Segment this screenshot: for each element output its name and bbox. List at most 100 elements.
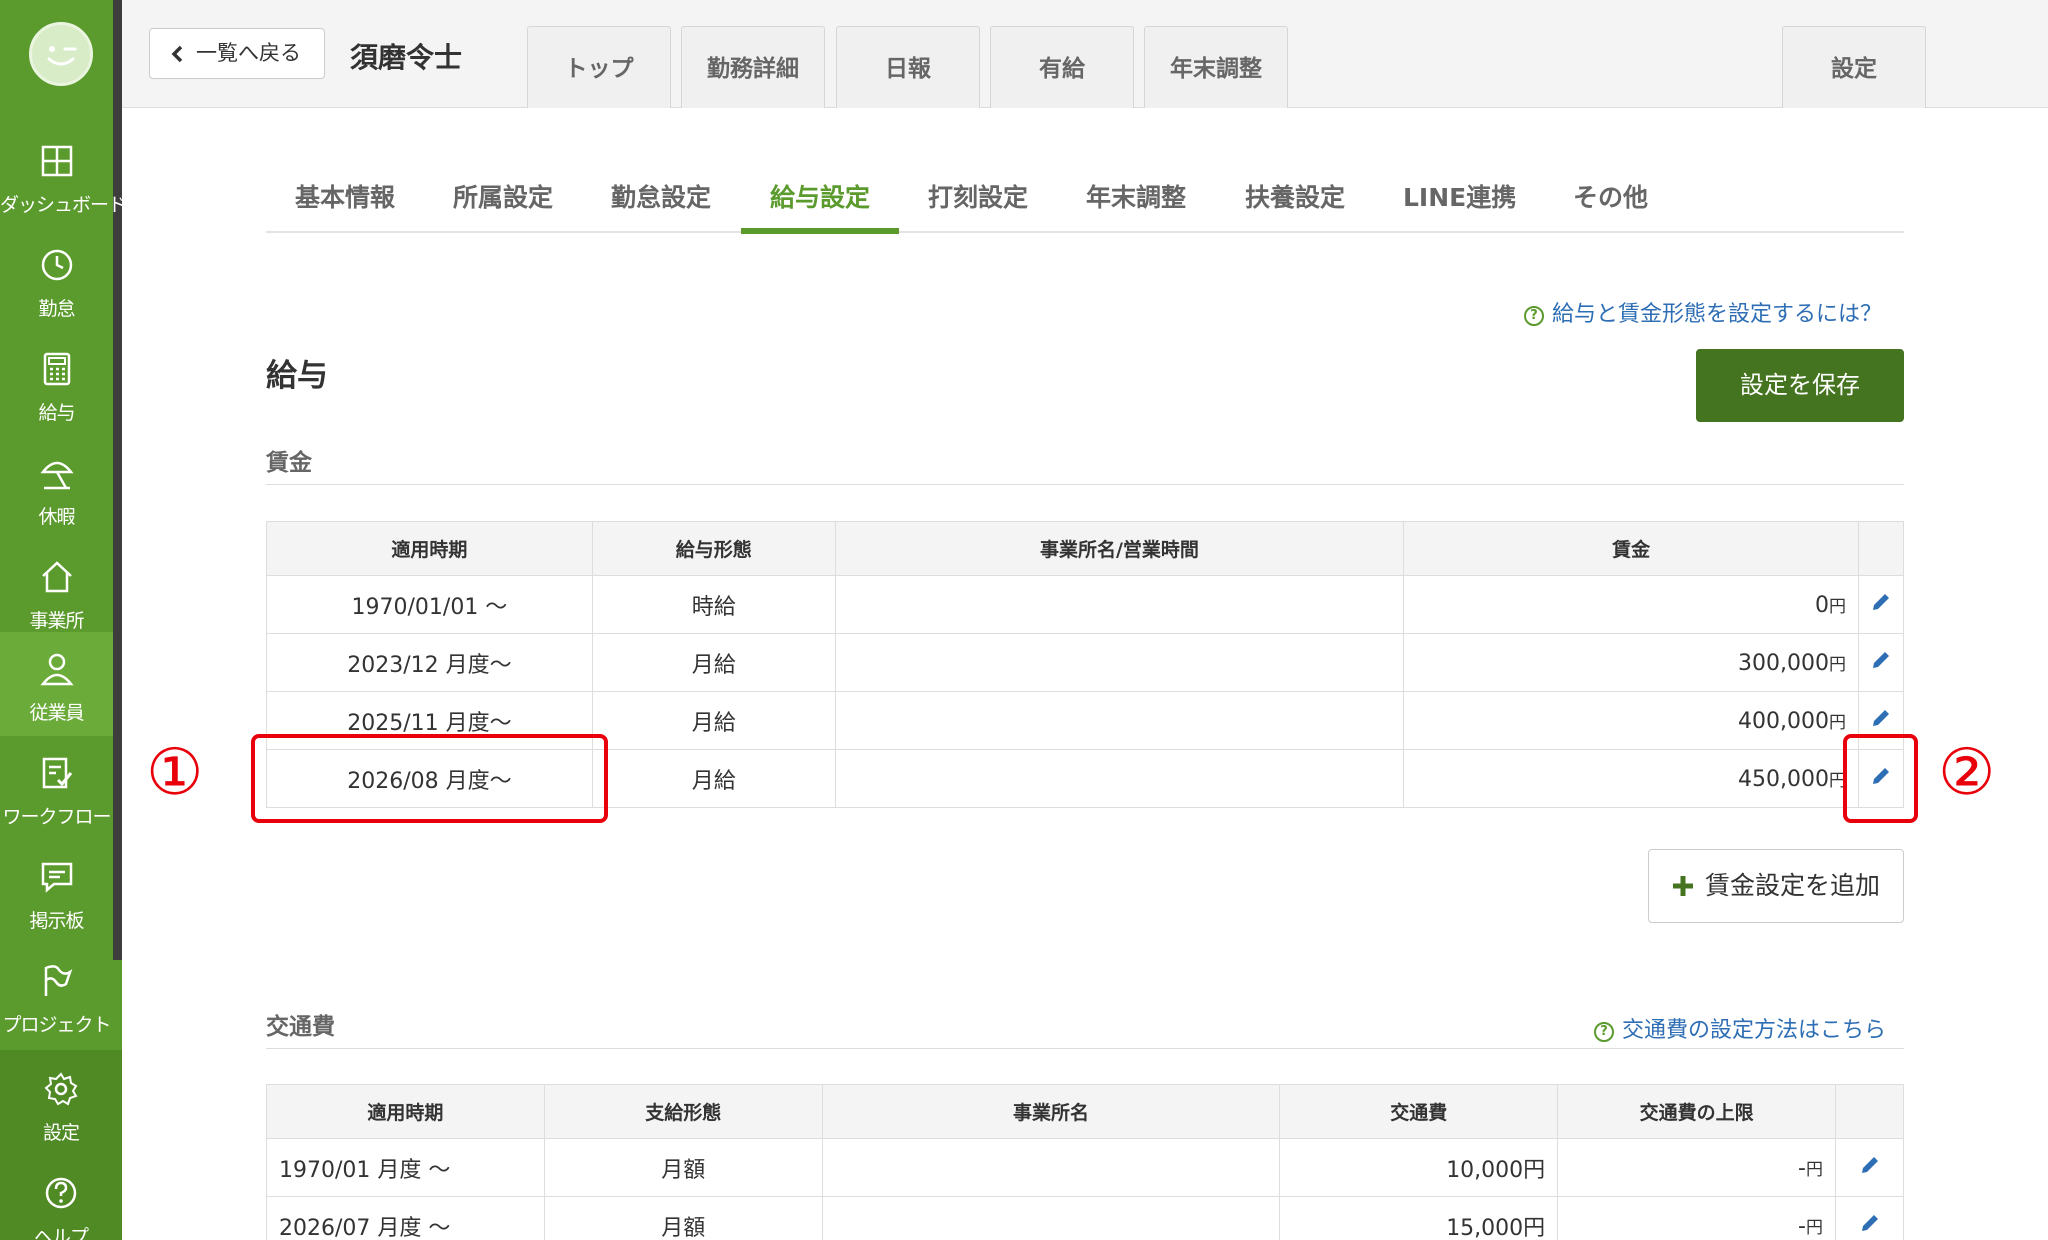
- subtab-line[interactable]: LINE連携: [1403, 178, 1516, 214]
- back-button-label: 一覧へ戻る: [196, 41, 301, 65]
- subtab-basic-info[interactable]: 基本情報: [295, 178, 395, 214]
- sidebar-item-attendance[interactable]: 勤怠: [0, 228, 113, 332]
- amount-value: 300,000: [1738, 650, 1829, 676]
- sidebar-item-label: 事業所: [29, 610, 84, 632]
- subtab-active-indicator: [741, 228, 899, 234]
- yen-unit: 円: [1806, 1217, 1823, 1238]
- tab-top[interactable]: トップ: [527, 26, 671, 108]
- limit-value: -: [1798, 1155, 1806, 1181]
- subtab-affiliation[interactable]: 所属設定: [453, 178, 553, 214]
- transport-help-link-label: 交通費の設定方法はこちら: [1622, 1018, 1887, 1043]
- table-header-row: 適用時期 給与形態 事業所名/営業時間 賃金: [266, 521, 1905, 576]
- sidebar-item-label: プロジェクト: [2, 1014, 111, 1036]
- home-icon: [42, 561, 72, 593]
- column-header: 適用時期: [266, 521, 593, 576]
- workflow-icon: [42, 757, 73, 789]
- sidebar-item-help[interactable]: ヘルプ: [0, 1156, 122, 1240]
- pencil-icon[interactable]: [1870, 707, 1892, 729]
- table-row: 2026/07 月度 〜 月額 15,000円 -円: [266, 1196, 1904, 1240]
- yen-unit: 円: [1828, 596, 1846, 617]
- yen-unit: 円: [1523, 1215, 1546, 1240]
- type-cell: 時給: [591, 575, 836, 634]
- annotation-marker-1: ①: [146, 736, 204, 810]
- flag-icon: [44, 965, 73, 996]
- amount-value: 400,000: [1738, 708, 1829, 734]
- edit-cell: [1835, 1196, 1904, 1240]
- office-cell: [834, 749, 1405, 808]
- limit-cell: -円: [1557, 1138, 1836, 1197]
- question-icon: ?: [1524, 306, 1544, 326]
- sidebar-item-board[interactable]: 掲示板: [0, 840, 113, 944]
- edit-cell: [1835, 1138, 1904, 1197]
- pencil-icon[interactable]: [1859, 1154, 1881, 1176]
- period-cell: 2026/07 月度 〜: [266, 1196, 545, 1240]
- yen-unit: 円: [1828, 712, 1846, 733]
- help-icon: [45, 1177, 77, 1209]
- subtab-salary[interactable]: 給与設定: [770, 178, 870, 214]
- transport-help-link[interactable]: ? 交通費の設定方法はこちら: [1594, 1012, 1886, 1044]
- gear-icon: [44, 1072, 78, 1106]
- edit-cell: [1857, 633, 1905, 692]
- yen-unit: 円: [1523, 1157, 1546, 1183]
- amount-value: 15,000: [1446, 1215, 1524, 1240]
- column-header: 交通費: [1279, 1084, 1559, 1139]
- sidebar-item-dashboard[interactable]: ダッシュボード: [0, 124, 127, 228]
- employee-header: 一覧へ戻る 須磨令士 トップ 勤務詳細 日報 有給 年末調整 設定: [122, 0, 2048, 108]
- type-cell: 月給: [591, 749, 836, 808]
- limit-cell: -円: [1557, 1196, 1836, 1240]
- sidebar-item-office[interactable]: 事業所: [0, 540, 113, 644]
- sidebar-item-project[interactable]: プロジェクト: [0, 944, 113, 1048]
- sidebar-item-label: 従業員: [29, 702, 84, 724]
- add-wage-setting-button[interactable]: 賃金設定を追加: [1648, 849, 1904, 923]
- subtab-clock-in[interactable]: 打刻設定: [928, 178, 1028, 214]
- sidebar-item-payroll[interactable]: 給与: [0, 332, 113, 436]
- sidebar-item-label: 勤怠: [38, 298, 75, 320]
- add-wage-setting-label: 賃金設定を追加: [1705, 871, 1881, 900]
- tab-daily-report[interactable]: 日報: [836, 26, 980, 108]
- column-header: 事業所名: [821, 1084, 1281, 1139]
- pencil-icon[interactable]: [1870, 591, 1892, 613]
- back-to-list-button[interactable]: 一覧へ戻る: [149, 28, 325, 79]
- salary-help-link[interactable]: ? 給与と賃金形態を設定するには？: [1524, 296, 1882, 328]
- sidebar-scrollbar[interactable]: [113, 0, 122, 960]
- tab-work-details[interactable]: 勤務詳細: [681, 26, 825, 108]
- subtab-divider: [266, 231, 1904, 233]
- amount-cell: 300,000円: [1403, 633, 1859, 692]
- person-icon: [40, 653, 74, 686]
- sidebar-item-label: 掲示板: [29, 910, 84, 932]
- save-settings-button[interactable]: 設定を保存: [1696, 349, 1904, 422]
- column-header-edit: [1857, 521, 1905, 576]
- column-header-edit: [1835, 1084, 1904, 1139]
- tab-settings[interactable]: 設定: [1782, 26, 1926, 108]
- tab-year-end[interactable]: 年末調整: [1144, 26, 1288, 108]
- divider: [266, 1048, 1904, 1049]
- amount-cell: 400,000円: [1403, 691, 1859, 750]
- office-cell: [834, 691, 1405, 750]
- sidebar-item-label: 休暇: [38, 506, 75, 528]
- question-icon: ?: [1594, 1022, 1614, 1042]
- type-cell: 月額: [543, 1196, 823, 1240]
- pencil-icon[interactable]: [1870, 649, 1892, 671]
- period-cell: 2023/12 月度〜: [266, 633, 593, 692]
- subtab-other[interactable]: その他: [1573, 178, 1648, 214]
- pencil-icon[interactable]: [1859, 1212, 1881, 1234]
- plus-icon: [1673, 876, 1693, 896]
- tab-paid-leave[interactable]: 有給: [990, 26, 1134, 108]
- office-cell: [834, 633, 1405, 692]
- sidebar-item-leave[interactable]: 休暇: [0, 436, 113, 540]
- smiley-logo-icon[interactable]: [29, 22, 93, 86]
- sidebar-item-settings[interactable]: 設定: [0, 1052, 122, 1156]
- subtab-attendance[interactable]: 勤怠設定: [611, 178, 711, 214]
- column-header: 交通費の上限: [1557, 1084, 1836, 1139]
- sidebar-item-employees[interactable]: 従業員: [0, 632, 113, 736]
- transport-section-title: 交通費: [266, 1014, 335, 1040]
- edit-cell: [1857, 575, 1905, 634]
- table-row: 1970/01/01 〜 時給 0円: [266, 575, 1905, 634]
- transport-table: 適用時期 支給形態 事業所名 交通費 交通費の上限 1970/01 月度 〜 月…: [266, 1084, 1904, 1240]
- sidebar-item-label: 給与: [38, 402, 75, 424]
- subtab-dependents[interactable]: 扶養設定: [1245, 178, 1345, 214]
- sidebar-item-workflow[interactable]: ワークフロー: [0, 736, 113, 840]
- subtab-year-end[interactable]: 年末調整: [1086, 178, 1186, 214]
- column-header: 支給形態: [543, 1084, 823, 1139]
- divider: [266, 484, 1904, 485]
